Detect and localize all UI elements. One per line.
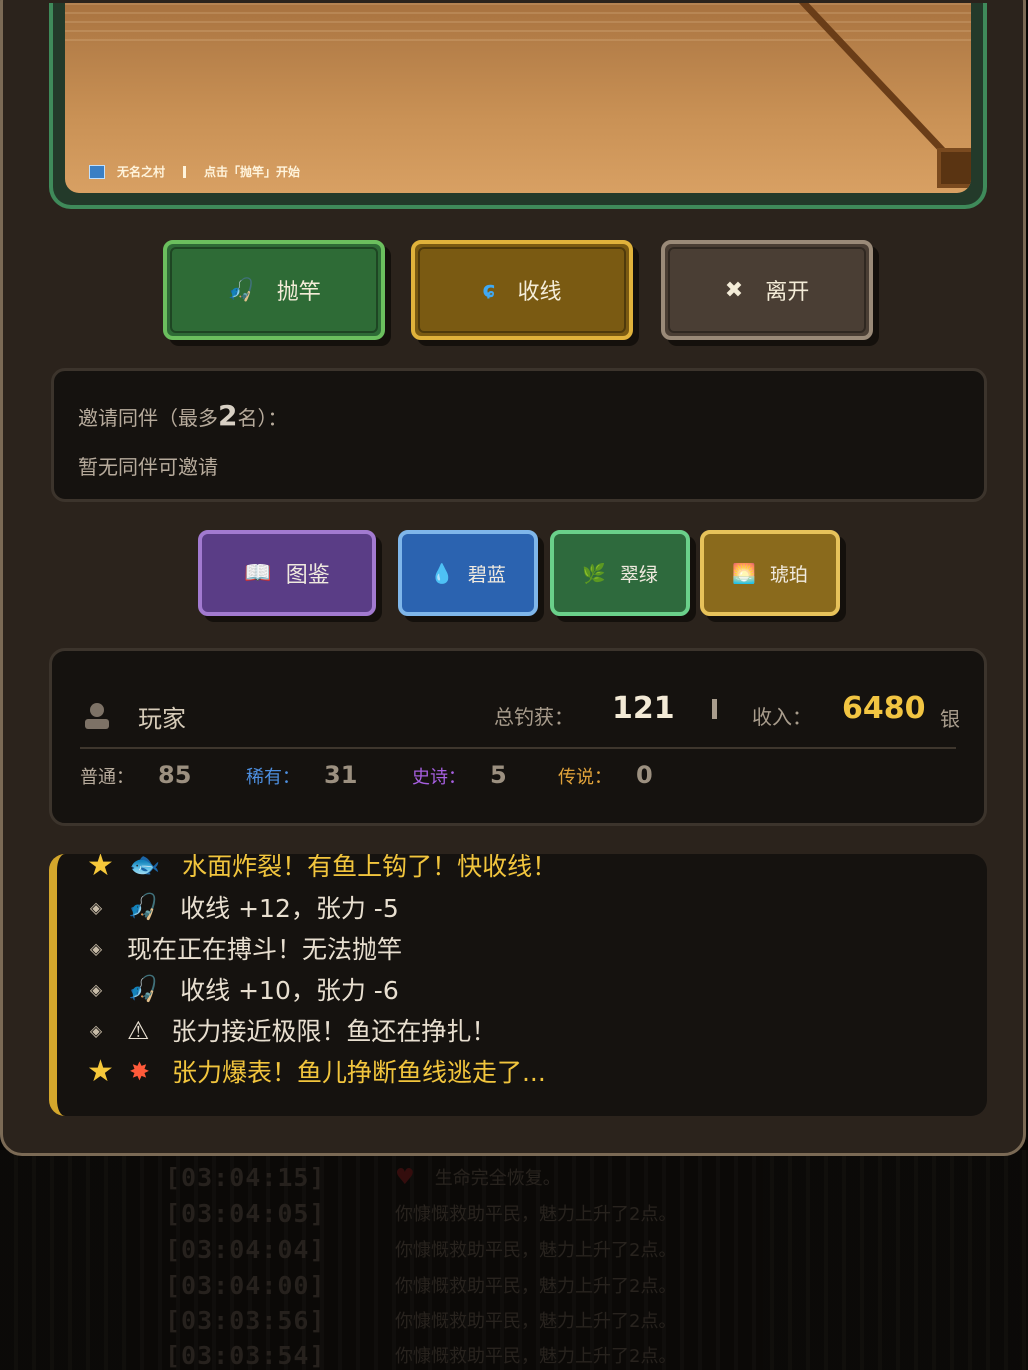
bg-log-time: [03:04:00] bbox=[165, 1270, 326, 1300]
status-divider bbox=[183, 165, 187, 178]
user-icon bbox=[85, 703, 109, 729]
legend-count: 传说： 0 bbox=[558, 761, 653, 789]
location-icon bbox=[89, 164, 105, 179]
bg-log-time: [03:03:54] bbox=[165, 1340, 326, 1370]
log-entry: ◈ 现在正在搏斗！无法抛竿 bbox=[87, 929, 402, 967]
cast-label: 抛竿 bbox=[276, 280, 321, 305]
water-drop-icon: 💧 bbox=[430, 562, 454, 585]
diamond-bullet-icon: ◈ bbox=[89, 938, 103, 958]
amber-zone-button[interactable]: 🌅 琥珀 bbox=[700, 530, 840, 616]
blue-zone-label: 碧蓝 bbox=[467, 563, 506, 586]
bg-log-row: [03:04:00] 你慷慨救助平民，魅力上升了2点。 bbox=[165, 1270, 676, 1300]
bg-log-time: [03:04:04] bbox=[165, 1234, 326, 1264]
fishing-panel: 无名之村 点击「抛竿」开始 🎣 抛竿 ɕ 收线 ✖ 离开 邀请同伴（最多2名）：… bbox=[0, 0, 1026, 1156]
reel-icon: 🎣 bbox=[127, 892, 159, 921]
invite-empty-text: 暂无同伴可邀请 bbox=[78, 455, 218, 479]
bg-log-time: [03:04:15] bbox=[165, 1162, 326, 1192]
rare-count: 稀有： 31 bbox=[246, 761, 358, 789]
diamond-bullet-icon: ◈ bbox=[89, 897, 103, 917]
diamond-bullet-icon: ◈ bbox=[89, 1020, 103, 1040]
bg-log-message: 你慷慨救助平民，魅力上升了2点。 bbox=[395, 1240, 677, 1261]
green-zone-button[interactable]: 🌿 翠绿 bbox=[550, 530, 690, 616]
book-icon: 📖 bbox=[244, 560, 272, 586]
cast-button[interactable]: 🎣 抛竿 bbox=[163, 240, 385, 340]
stats-separator bbox=[80, 747, 956, 749]
bg-log-message: 你慷慨救助平民，魅力上升了2点。 bbox=[395, 1276, 677, 1297]
leaf-icon: 🌿 bbox=[582, 562, 606, 585]
bg-log-row: [03:04:15] ♥ 生命完全恢复。 bbox=[165, 1162, 561, 1192]
encyclopedia-label: 图鉴 bbox=[285, 563, 330, 588]
log-entry: ◈ 🎣 收线 +12，张力 -5 bbox=[87, 888, 399, 926]
income-unit: 银 bbox=[940, 707, 960, 731]
invite-companions-box: 邀请同伴（最多2名）： 暂无同伴可邀请 bbox=[51, 368, 987, 502]
common-count: 普通： 85 bbox=[80, 761, 192, 789]
bg-log-message: 你慷慨救助平民，魅力上升了2点。 bbox=[395, 1346, 677, 1367]
diamond-bullet-icon: ◈ bbox=[89, 979, 103, 999]
star-icon: ★ bbox=[87, 1053, 114, 1089]
log-entry: ◈ 🎣 收线 +10，张力 -6 bbox=[87, 970, 399, 1008]
bg-log-row: [03:04:04] 你慷慨救助平民，魅力上升了2点。 bbox=[165, 1234, 676, 1264]
reel-icon: 🎣 bbox=[127, 974, 159, 1003]
amber-zone-label: 琥珀 bbox=[769, 563, 808, 586]
encyclopedia-button[interactable]: 📖 图鉴 bbox=[198, 530, 376, 616]
heart-icon: ♥ bbox=[395, 1164, 415, 1190]
warning-icon: ⚠ bbox=[127, 1015, 150, 1045]
total-catch-value: 121 bbox=[612, 691, 675, 726]
log-entry: ★ 🐟 水面炸裂！有鱼上钩了！快收线！ bbox=[87, 854, 557, 884]
income-value: 6480 bbox=[842, 691, 926, 726]
reel-icon: ɕ bbox=[482, 277, 496, 303]
background-system-log: [03:04:15] ♥ 生命完全恢复。 [03:04:05] 你慷慨救助平民，… bbox=[0, 1150, 1028, 1370]
invite-title: 邀请同伴（最多2名）： bbox=[78, 399, 288, 432]
bg-log-message: 你慷慨救助平民，魅力上升了2点。 bbox=[395, 1204, 677, 1225]
bg-log-row: [03:03:56] 你慷慨救助平民，魅力上升了2点。 bbox=[165, 1305, 676, 1335]
reel-button[interactable]: ɕ 收线 bbox=[411, 240, 633, 340]
bg-log-time: [03:03:56] bbox=[165, 1305, 326, 1335]
star-icon: ★ bbox=[87, 854, 114, 883]
fishing-scene: 无名之村 点击「抛竿」开始 bbox=[49, 3, 987, 209]
bg-log-message: 你慷慨救助平民，魅力上升了2点。 bbox=[395, 1311, 677, 1332]
log-entry: ◈ ⚠ 张力接近极限！鱼还在挣扎！ bbox=[87, 1011, 497, 1049]
fishing-rod-icon: 🎣 bbox=[227, 277, 255, 303]
bg-log-row: [03:04:05] 你慷慨救助平民，魅力上升了2点。 bbox=[165, 1198, 676, 1228]
green-zone-label: 翠绿 bbox=[619, 563, 658, 586]
fishing-stats-box: 玩家 总钓获： 121 收入： 6480 银 普通： 85 稀有： 31 史诗： 5 … bbox=[49, 648, 987, 826]
water-surface: 无名之村 点击「抛竿」开始 bbox=[65, 3, 971, 193]
log-entry: ★ ✸ 张力爆表！鱼儿挣断鱼线逃走了... bbox=[87, 1053, 546, 1089]
total-catch-label: 总钓获： bbox=[494, 705, 574, 729]
bg-log-row: [03:03:54] 你慷慨救助平民，魅力上升了2点。 bbox=[165, 1340, 676, 1370]
reel-label: 收线 bbox=[517, 280, 562, 305]
bg-log-message: 生命完全恢复。 bbox=[434, 1168, 561, 1189]
location-name: 无名之村 bbox=[117, 165, 166, 179]
stats-divider bbox=[712, 699, 717, 719]
epic-count: 史诗： 5 bbox=[412, 761, 507, 789]
fish-icon: 🐟 bbox=[129, 854, 161, 879]
fishing-event-log: ★ 🐟 水面炸裂！有鱼上钩了！快收线！ ◈ 🎣 收线 +12，张力 -5 ◈ 现… bbox=[49, 854, 987, 1116]
scene-status-bar: 无名之村 点击「抛竿」开始 bbox=[89, 163, 300, 180]
close-icon: ✖ bbox=[724, 277, 744, 303]
player-name: 玩家 bbox=[138, 705, 186, 733]
sunset-icon: 🌅 bbox=[732, 562, 756, 585]
explosion-icon: ✸ bbox=[129, 1056, 150, 1086]
income-label: 收入： bbox=[752, 705, 812, 729]
leave-button[interactable]: ✖ 离开 bbox=[661, 240, 873, 340]
scene-hint: 点击「抛竿」开始 bbox=[204, 165, 301, 179]
bg-log-time: [03:04:05] bbox=[165, 1198, 326, 1228]
blue-zone-button[interactable]: 💧 碧蓝 bbox=[398, 530, 538, 616]
leave-label: 离开 bbox=[765, 280, 810, 305]
